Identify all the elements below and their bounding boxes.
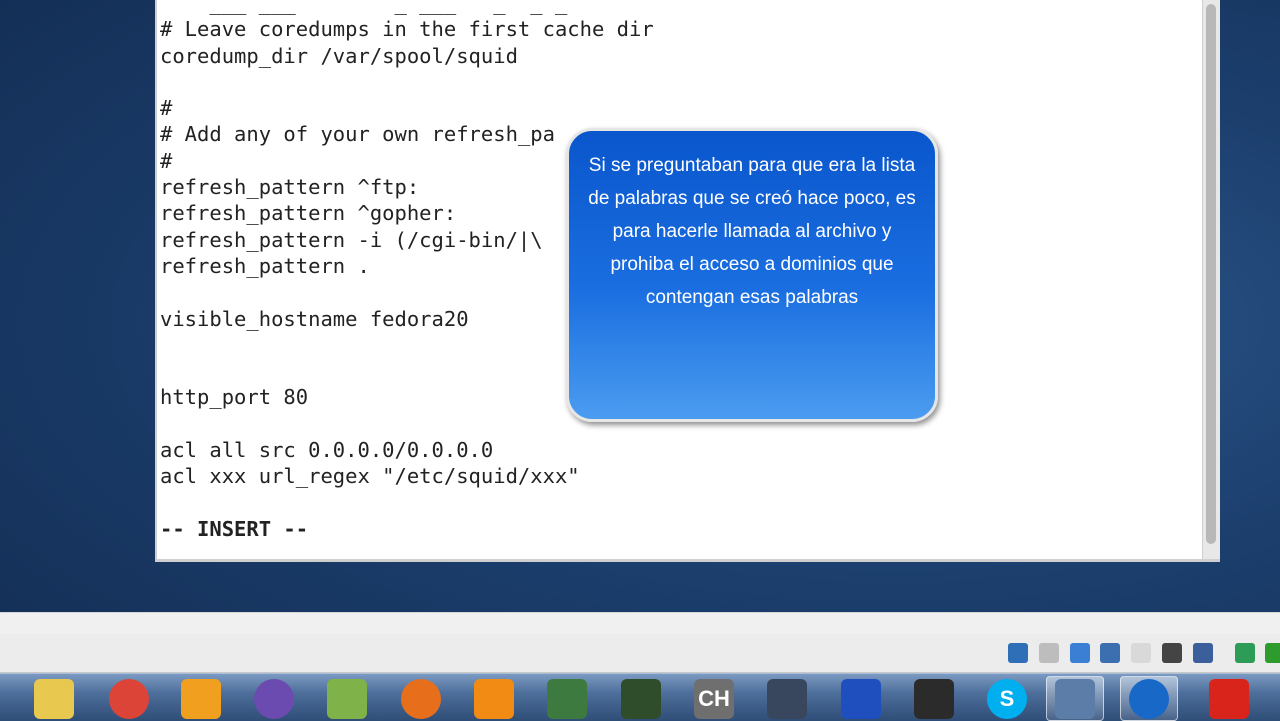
skype-icon: S [987,678,1027,719]
network-app-icon [1129,678,1169,719]
terminal-line: acl xxx url_regex "/etc/squid/xxx" [160,464,580,489]
download-icon[interactable] [1265,643,1280,663]
satellite-icon [914,678,954,719]
shared-folder-icon[interactable] [1131,643,1151,663]
taskbar-button[interactable] [905,676,963,721]
vlc-icon [474,678,514,719]
virtualbox-menu-strip [0,612,1280,636]
pdf-reader-icon [1209,678,1249,719]
optical-drive-icon[interactable] [1039,643,1059,663]
firefox-icon [401,678,441,719]
taskbar-button[interactable] [832,676,890,721]
taskbar-button[interactable] [100,676,158,721]
taskbar-button[interactable] [758,676,816,721]
vim-mode-indicator: -- INSERT -- [160,516,309,541]
taskbar-button[interactable] [245,676,303,721]
chrome-app-icon [547,678,587,719]
game-launcher-icon [767,678,807,719]
virtualbox-status-bar [0,634,1280,673]
video-capture-icon[interactable] [1162,643,1182,663]
virtualbox-app-icon [1055,678,1095,719]
sonic-icon [841,678,881,719]
windows-taskbar: CH S [0,673,1280,721]
globe-icon[interactable] [1235,643,1255,663]
annotation-callout: Si se preguntaban para que era la lista … [566,128,938,422]
taskbar-button[interactable] [25,676,83,721]
chrome-icon [109,678,149,719]
terminal-line: coredump_dir /var/spool/squid [160,43,518,68]
terminal-line: # [160,96,173,121]
network-icon[interactable] [1100,643,1120,663]
hard-disk-icon[interactable] [1008,643,1028,663]
taskbar-button[interactable] [538,676,596,721]
callout-text: Si se preguntaban para que era la lista … [588,155,916,308]
taskbar-button[interactable] [612,676,670,721]
java-config-icon [181,678,221,719]
taskbar-button[interactable] [318,676,376,721]
usb-pen-icon[interactable] [1070,643,1090,663]
taskbar-button[interactable]: CH [685,676,743,721]
bittorrent-icon [254,678,294,719]
taskbar-button[interactable] [465,676,523,721]
virtualbox-icon[interactable] [1193,643,1213,663]
taskbar-button[interactable] [1046,676,1104,721]
folder-icon [34,678,74,719]
terminal-line: acl all src 0.0.0.0/0.0.0.0 [160,438,494,463]
terminal-line: ___ ___ _ ___ _ _ _ [160,0,568,15]
scrollbar-thumb[interactable] [1206,4,1216,544]
taskbar-button[interactable]: S [978,676,1036,721]
game-icon [621,678,661,719]
terminal-line: # Leave coredumps in the first cache dir [160,17,654,42]
ch-app-icon: CH [694,678,734,719]
taskbar-button[interactable] [392,676,450,721]
taskbar-button[interactable] [1120,676,1178,721]
vertical-scrollbar[interactable] [1202,0,1220,559]
notepad-plus-icon [327,678,367,719]
taskbar-button[interactable] [172,676,230,721]
taskbar-button[interactable] [1200,676,1258,721]
